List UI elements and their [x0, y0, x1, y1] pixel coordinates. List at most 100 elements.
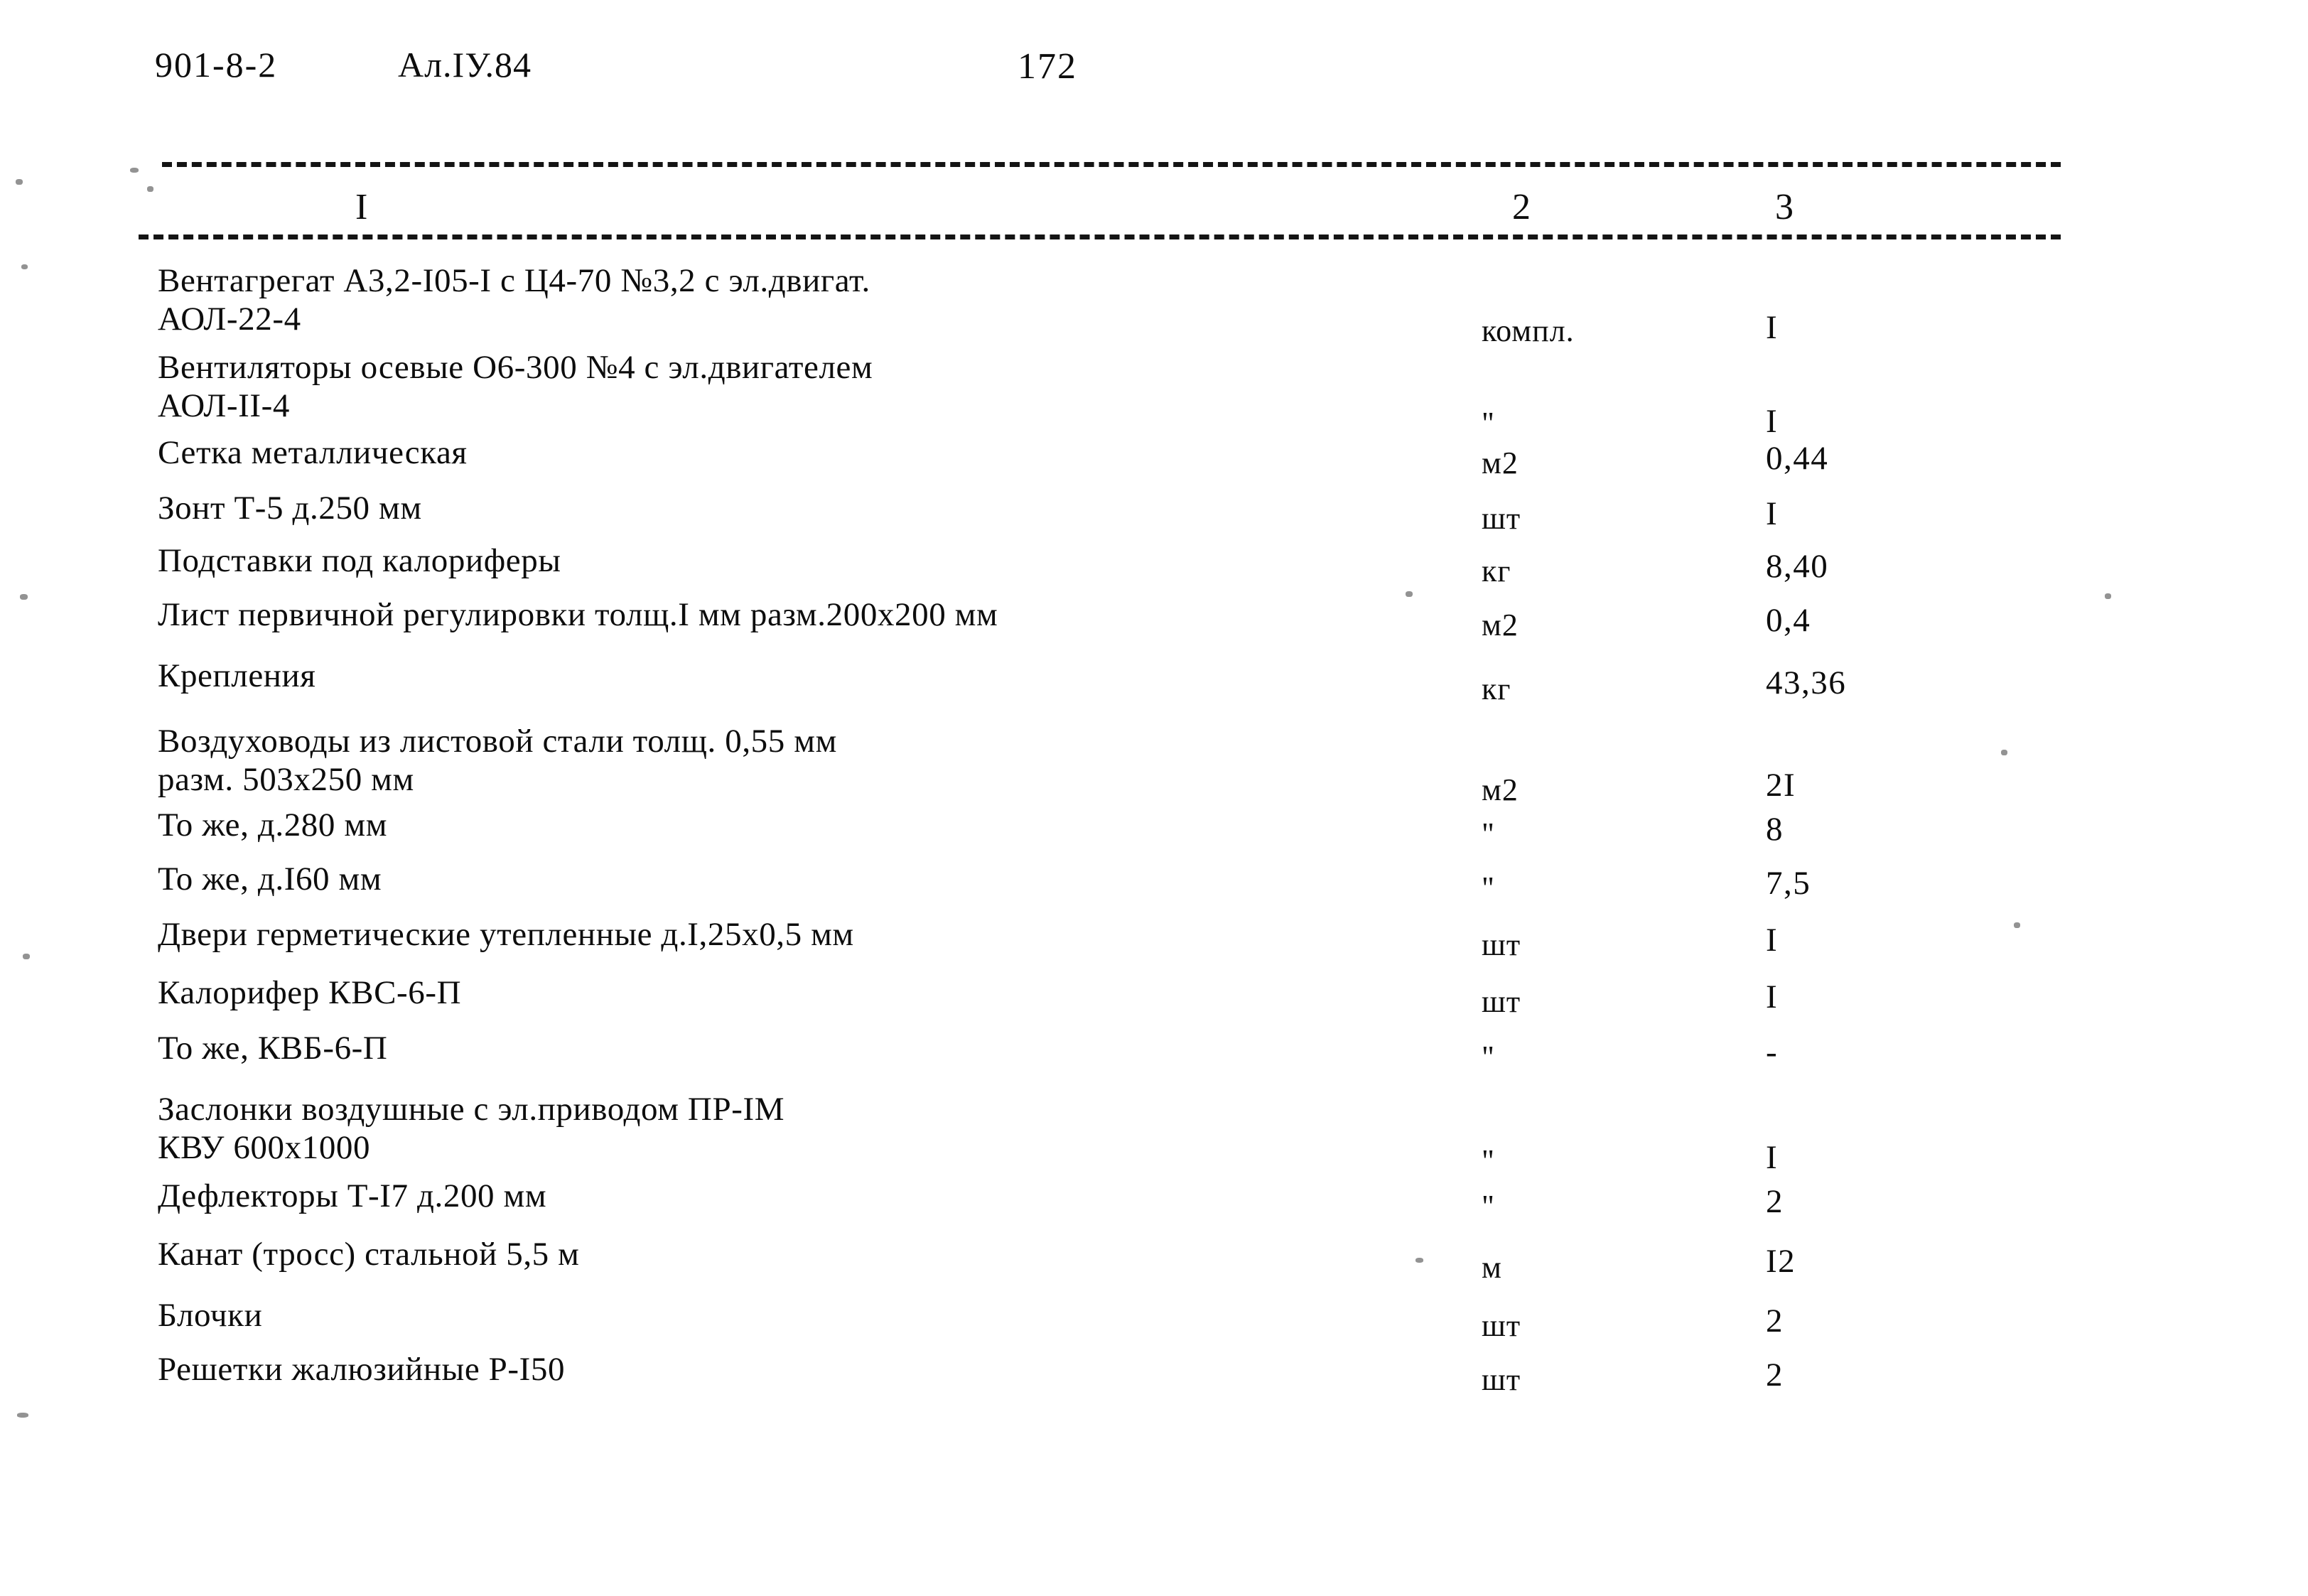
table-row: Дефлекторы Т-I7 д.200 мм " 2	[0, 1177, 2308, 1235]
row-description-line-1: Калорифер КВС-6-П	[158, 974, 462, 1011]
column-header-1: I	[355, 187, 368, 227]
row-description-line-2: АОЛ-22-4	[158, 301, 301, 338]
scan-artifact	[147, 186, 153, 192]
row-description: Решетки жалюзийные Р-I50	[158, 1350, 1437, 1389]
row-unit: шт	[1482, 984, 1521, 1019]
row-unit: "	[1482, 1189, 1494, 1224]
table-body: Вентагрегат А3,2-I05-I с Ц4-70 №3,2 с эл…	[0, 261, 2308, 1404]
row-description: То же, КВБ-6-П	[158, 1029, 1437, 1067]
row-description: Воздуховоды из листовой стали толщ. 0,55…	[158, 722, 1437, 799]
row-description-line-2: разм. 503х250 мм	[158, 761, 414, 798]
row-quantity: 7,5	[1766, 865, 1811, 902]
row-description-line-1: Решетки жалюзийные Р-I50	[158, 1351, 566, 1388]
row-unit: м2	[1482, 772, 1519, 807]
table-row: Блочки шт 2	[0, 1296, 2308, 1350]
row-description: То же, д.280 мм	[158, 806, 1437, 844]
table-row: Заслонки воздушные с эл.приводом ПР-IМ КВ…	[0, 1090, 2308, 1178]
row-unit: шт	[1482, 927, 1521, 962]
row-quantity: I	[1766, 1139, 1779, 1176]
row-quantity: 2	[1766, 1357, 1784, 1393]
row-description-line-1: То же, д.280 мм	[158, 807, 388, 843]
row-quantity: -	[1766, 1034, 1777, 1071]
row-quantity: I2	[1766, 1243, 1796, 1280]
row-unit: кг	[1482, 554, 1511, 588]
table-row: То же, д.I60 мм " 7,5	[0, 860, 2308, 915]
row-unit: "	[1482, 1040, 1494, 1074]
row-description: Блочки	[158, 1296, 1437, 1335]
document-header: 901-8-2 Ал.IУ.84 172	[0, 44, 2308, 101]
table-row: Решетки жалюзийные Р-I50 шт 2	[0, 1350, 2308, 1404]
page-number: 172	[1018, 46, 1077, 87]
row-description: Крепления	[158, 657, 1437, 695]
row-quantity: 0,44	[1766, 440, 1829, 477]
row-description-line-1: Блочки	[158, 1297, 263, 1334]
document-page: 901-8-2 Ал.IУ.84 172 I 2 3 Вентагрегат А…	[0, 0, 2308, 1596]
table-row: Подставки под калориферы кг 8,40	[0, 541, 2308, 595]
row-quantity: I	[1766, 495, 1779, 532]
album-reference: Ал.IУ.84	[398, 45, 532, 85]
scan-artifact	[16, 179, 23, 185]
row-description-line-1: Подставки под калориферы	[158, 542, 561, 579]
row-description: Зонт Т-5 д.250 мм	[158, 489, 1437, 527]
document-code: 901-8-2	[155, 45, 278, 85]
row-description: Заслонки воздушные с эл.приводом ПР-IМ КВ…	[158, 1090, 1437, 1167]
row-unit: м	[1482, 1250, 1502, 1285]
row-description-line-1: То же, д.I60 мм	[158, 861, 382, 897]
row-description: Сетка металлическая	[158, 433, 1437, 472]
column-header-2: 2	[1512, 187, 1531, 227]
row-unit: компл.	[1482, 313, 1575, 348]
row-description: Канат (тросс) стальной 5,5 м	[158, 1235, 1437, 1273]
row-unit: м2	[1482, 608, 1519, 642]
row-description-line-1: То же, КВБ-6-П	[158, 1030, 388, 1067]
row-description-line-1: Лист первичной регулировки толщ.I мм раз…	[158, 596, 998, 633]
scan-artifact	[130, 168, 139, 173]
table-row: Двери герметические утепленные д.I,25х0,…	[0, 915, 2308, 974]
row-quantity: 8	[1766, 811, 1784, 848]
row-description: То же, д.I60 мм	[158, 860, 1437, 898]
row-description: Вентагрегат А3,2-I05-I с Ц4-70 №3,2 с эл…	[158, 261, 1437, 338]
table-row: Зонт Т-5 д.250 мм шт I	[0, 489, 2308, 541]
row-unit: шт	[1482, 1308, 1521, 1343]
row-unit: шт	[1482, 1362, 1521, 1397]
row-description: Дефлекторы Т-I7 д.200 мм	[158, 1177, 1437, 1215]
row-quantity: I	[1766, 309, 1779, 346]
row-description: Лист первичной регулировки толщ.I мм раз…	[158, 595, 1437, 634]
scan-artifact	[17, 1413, 28, 1418]
row-description-line-1: Дефлекторы Т-I7 д.200 мм	[158, 1177, 547, 1214]
row-unit: "	[1482, 870, 1494, 905]
row-quantity: I	[1766, 922, 1779, 959]
table-header-separator	[139, 234, 2061, 239]
table-row: Воздуховоды из листовой стали толщ. 0,55…	[0, 722, 2308, 807]
row-description-line-1: Зонт Т-5 д.250 мм	[158, 490, 422, 527]
row-description-line-2: АОЛ-II-4	[158, 387, 290, 424]
row-description: Двери герметические утепленные д.I,25х0,…	[158, 915, 1437, 954]
table-row: Сетка металлическая м2 0,44	[0, 433, 2308, 489]
row-quantity: 43,36	[1766, 664, 1847, 701]
row-description-line-1: Двери герметические утепленные д.I,25х0,…	[158, 916, 854, 953]
table-row: Канат (тросс) стальной 5,5 м м I2	[0, 1235, 2308, 1296]
row-quantity: 8,40	[1766, 548, 1829, 585]
row-description-line-1: Канат (тросс) стальной 5,5 м	[158, 1236, 580, 1273]
row-description-line-2: КВУ 600х1000	[158, 1129, 371, 1166]
table-row: Лист первичной регулировки толщ.I мм раз…	[0, 595, 2308, 657]
table-row: Калорифер КВС-6-П шт I	[0, 974, 2308, 1029]
row-quantity: 2I	[1766, 767, 1796, 804]
row-description: Вентиляторы осевые О6-300 №4 с эл.двигат…	[158, 348, 1437, 425]
row-description-line-1: Заслонки воздушные с эл.приводом ПР-IМ	[158, 1091, 785, 1128]
row-unit: м2	[1482, 446, 1519, 480]
table-row: Вентагрегат А3,2-I05-I с Ц4-70 №3,2 с эл…	[0, 261, 2308, 348]
table-row: То же, д.280 мм " 8	[0, 806, 2308, 860]
row-quantity: 2	[1766, 1303, 1784, 1339]
row-unit: "	[1482, 816, 1494, 851]
row-quantity: 0,4	[1766, 602, 1811, 639]
row-description-line-1: Воздуховоды из листовой стали толщ. 0,55…	[158, 723, 837, 760]
row-description-line-1: Вентагрегат А3,2-I05-I с Ц4-70 №3,2 с эл…	[158, 262, 870, 299]
row-description-line-1: Крепления	[158, 657, 316, 694]
row-quantity: 2	[1766, 1183, 1784, 1220]
row-unit: шт	[1482, 501, 1521, 536]
table-row: Крепления кг 43,36	[0, 657, 2308, 722]
table-row: То же, КВБ-6-П " -	[0, 1029, 2308, 1090]
table-row: Вентиляторы осевые О6-300 №4 с эл.двигат…	[0, 348, 2308, 441]
row-description-line-1: Сетка металлическая	[158, 434, 468, 471]
row-unit: "	[1482, 1143, 1494, 1178]
